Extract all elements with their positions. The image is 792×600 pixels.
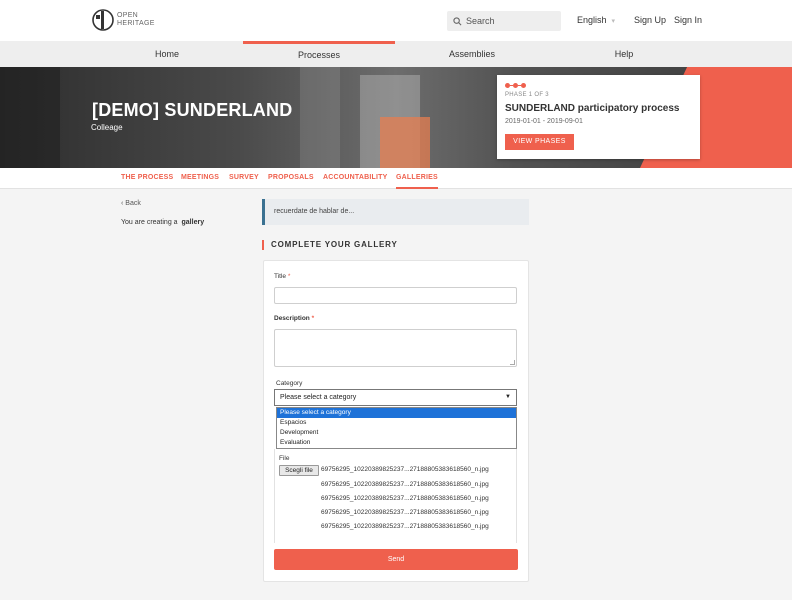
nav-processes[interactable]: Processes bbox=[243, 41, 395, 67]
resize-handle-icon[interactable] bbox=[510, 360, 515, 365]
chevron-down-icon: ▾ bbox=[611, 18, 616, 25]
nav-assemblies[interactable]: Assemblies bbox=[396, 41, 548, 67]
choose-file-button[interactable]: Scegli file bbox=[279, 465, 319, 476]
sign-up-link[interactable]: Sign Up bbox=[634, 15, 666, 25]
category-option[interactable]: Please select a category bbox=[277, 408, 516, 418]
tab-the-process[interactable]: THE PROCESS bbox=[121, 168, 173, 189]
search-icon bbox=[453, 16, 462, 25]
view-phases-button[interactable]: VIEW PHASES bbox=[505, 134, 574, 150]
top-bar: OPEN HERITAGE Search English ▾ Sign Up Si… bbox=[0, 0, 792, 41]
category-option[interactable]: Evaluation bbox=[277, 438, 516, 448]
process-subtitle: Colleage bbox=[91, 123, 123, 132]
tab-survey[interactable]: SURVEY bbox=[229, 168, 259, 189]
file-name: 69756295_10220389825237...27188805383618… bbox=[321, 509, 489, 516]
logo-text: OPEN HERITAGE bbox=[117, 12, 155, 27]
tab-galleries[interactable]: GALLERIES bbox=[396, 168, 438, 189]
open-heritage-logo-icon bbox=[92, 9, 114, 31]
nav-help[interactable]: Help bbox=[548, 41, 700, 67]
phase-progress-icon bbox=[505, 83, 526, 88]
file-name: 69756295_10220389825237...27188805383618… bbox=[321, 481, 489, 488]
main-nav: Home Processes Assemblies Help bbox=[0, 41, 792, 67]
file-name: 69756295_10220389825237...27188805383618… bbox=[321, 495, 489, 502]
title-input[interactable] bbox=[274, 287, 517, 304]
search-input[interactable]: Search bbox=[447, 11, 561, 31]
description-label: Description * bbox=[274, 315, 315, 322]
nav-home[interactable]: Home bbox=[91, 41, 243, 67]
category-dropdown-list: Please select a category Espacios Develo… bbox=[276, 407, 517, 449]
caret-down-icon: ▼ bbox=[505, 394, 511, 400]
phase-card: PHASE 1 OF 3 SUNDERLAND participatory pr… bbox=[497, 75, 700, 159]
phase-label: PHASE 1 OF 3 bbox=[505, 92, 549, 98]
creating-note: You are creating a gallery bbox=[121, 219, 205, 226]
category-option[interactable]: Development bbox=[277, 428, 516, 438]
tab-proposals[interactable]: PROPOSALS bbox=[268, 168, 314, 189]
info-callout: recuerdate de hablar de... bbox=[262, 199, 529, 225]
logo[interactable]: OPEN HERITAGE bbox=[92, 9, 155, 31]
search-placeholder: Search bbox=[466, 16, 495, 26]
description-textarea[interactable] bbox=[274, 329, 517, 367]
phase-dates: 2019-01-01 - 2019-09-01 bbox=[505, 118, 583, 125]
category-select[interactable]: Please select a category ▼ bbox=[274, 389, 517, 406]
file-name: 69756295_10220389825237...27188805383618… bbox=[321, 466, 489, 473]
category-option[interactable]: Espacios bbox=[277, 418, 516, 428]
language-selector[interactable]: English ▾ bbox=[577, 15, 615, 25]
tab-meetings[interactable]: MEETINGS bbox=[181, 168, 219, 189]
tab-accountability[interactable]: ACCOUNTABILITY bbox=[323, 168, 388, 189]
title-label: Title * bbox=[274, 273, 291, 280]
process-sub-nav: THE PROCESS MEETINGS SURVEY PROPOSALS AC… bbox=[0, 168, 792, 189]
file-name: 69756295_10220389825237...27188805383618… bbox=[321, 523, 489, 530]
phase-title: SUNDERLAND participatory process bbox=[505, 103, 680, 114]
process-title: [DEMO] SUNDERLAND bbox=[92, 100, 293, 120]
back-link[interactable]: ‹ Back bbox=[121, 200, 141, 207]
sign-in-link[interactable]: Sign In bbox=[674, 15, 702, 25]
form-heading: COMPLETE YOUR GALLERY bbox=[262, 240, 398, 250]
category-label: Category bbox=[276, 380, 303, 387]
file-label: File bbox=[279, 455, 290, 462]
send-button[interactable]: Send bbox=[274, 549, 518, 570]
